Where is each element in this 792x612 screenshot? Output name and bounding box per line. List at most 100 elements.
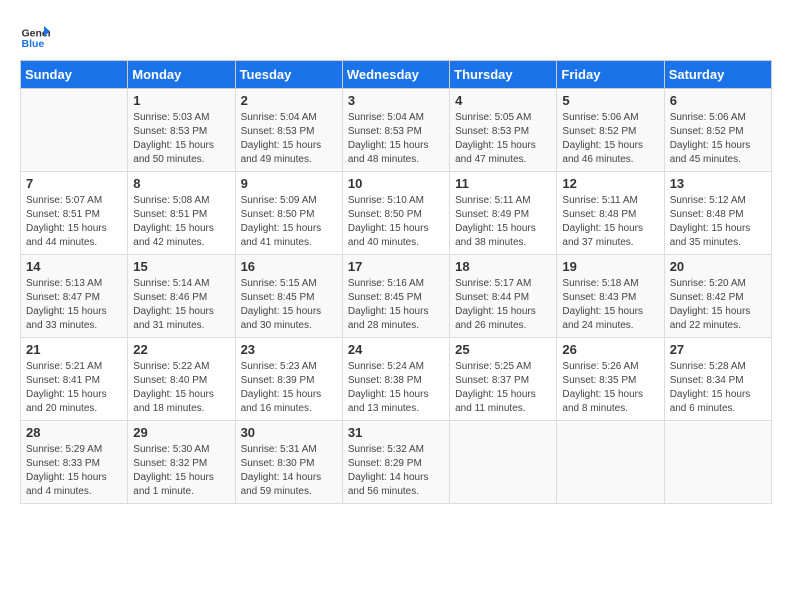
day-number: 28 (26, 425, 122, 440)
calendar-cell (450, 421, 557, 504)
calendar-table: Sunday Monday Tuesday Wednesday Thursday… (20, 60, 772, 504)
day-number: 1 (133, 93, 229, 108)
day-info: Sunrise: 5:03 AMSunset: 8:53 PMDaylight:… (133, 111, 229, 167)
day-info: Sunrise: 5:08 AMSunset: 8:51 PMDaylight:… (133, 194, 229, 250)
day-info: Sunrise: 5:06 AMSunset: 8:52 PMDaylight:… (670, 111, 766, 167)
day-info: Sunrise: 5:31 AMSunset: 8:30 PMDaylight:… (241, 443, 337, 499)
logo-icon: General Blue (20, 20, 50, 50)
day-info: Sunrise: 5:25 AMSunset: 8:37 PMDaylight:… (455, 360, 551, 416)
header-row: Sunday Monday Tuesday Wednesday Thursday… (21, 61, 772, 89)
day-number: 8 (133, 176, 229, 191)
day-number: 13 (670, 176, 766, 191)
col-friday: Friday (557, 61, 664, 89)
day-number: 15 (133, 259, 229, 274)
day-number: 22 (133, 342, 229, 357)
day-number: 5 (562, 93, 658, 108)
calendar-cell: 15 Sunrise: 5:14 AMSunset: 8:46 PMDayligh… (128, 255, 235, 338)
calendar-cell (664, 421, 771, 504)
day-number: 6 (670, 93, 766, 108)
day-number: 24 (348, 342, 444, 357)
day-info: Sunrise: 5:15 AMSunset: 8:45 PMDaylight:… (241, 277, 337, 333)
calendar-cell: 23 Sunrise: 5:23 AMSunset: 8:39 PMDayligh… (235, 338, 342, 421)
day-info: Sunrise: 5:13 AMSunset: 8:47 PMDaylight:… (26, 277, 122, 333)
day-number: 10 (348, 176, 444, 191)
day-info: Sunrise: 5:11 AMSunset: 8:49 PMDaylight:… (455, 194, 551, 250)
calendar-week-2: 7 Sunrise: 5:07 AMSunset: 8:51 PMDaylight… (21, 172, 772, 255)
day-info: Sunrise: 5:22 AMSunset: 8:40 PMDaylight:… (133, 360, 229, 416)
day-number: 27 (670, 342, 766, 357)
day-number: 11 (455, 176, 551, 191)
calendar-cell: 25 Sunrise: 5:25 AMSunset: 8:37 PMDayligh… (450, 338, 557, 421)
calendar-cell: 9Sunrise: 5:09 AMSunset: 8:50 PMDaylight… (235, 172, 342, 255)
day-info: Sunrise: 5:07 AMSunset: 8:51 PMDaylight:… (26, 194, 122, 250)
day-number: 12 (562, 176, 658, 191)
calendar-week-4: 21 Sunrise: 5:21 AMSunset: 8:41 PMDayligh… (21, 338, 772, 421)
day-info: Sunrise: 5:24 AMSunset: 8:38 PMDaylight:… (348, 360, 444, 416)
day-info: Sunrise: 5:14 AMSunset: 8:46 PMDaylight:… (133, 277, 229, 333)
calendar-week-5: 28 Sunrise: 5:29 AMSunset: 8:33 PMDayligh… (21, 421, 772, 504)
day-info: Sunrise: 5:04 AMSunset: 8:53 PMDaylight:… (241, 111, 337, 167)
calendar-cell: 6 Sunrise: 5:06 AMSunset: 8:52 PMDaylight… (664, 89, 771, 172)
calendar-cell: 3 Sunrise: 5:04 AMSunset: 8:53 PMDaylight… (342, 89, 449, 172)
day-info: Sunrise: 5:16 AMSunset: 8:45 PMDaylight:… (348, 277, 444, 333)
col-wednesday: Wednesday (342, 61, 449, 89)
day-number: 29 (133, 425, 229, 440)
calendar-cell: 13 Sunrise: 5:12 AMSunset: 8:48 PMDayligh… (664, 172, 771, 255)
day-info: Sunrise: 5:28 AMSunset: 8:34 PMDaylight:… (670, 360, 766, 416)
day-number: 14 (26, 259, 122, 274)
day-info: Sunrise: 5:23 AMSunset: 8:39 PMDaylight:… (241, 360, 337, 416)
calendar-cell: 11 Sunrise: 5:11 AMSunset: 8:49 PMDayligh… (450, 172, 557, 255)
calendar-cell: 17Sunrise: 5:16 AMSunset: 8:45 PMDayligh… (342, 255, 449, 338)
calendar-cell: 19 Sunrise: 5:18 AMSunset: 8:43 PMDayligh… (557, 255, 664, 338)
calendar-cell (557, 421, 664, 504)
calendar-cell (21, 89, 128, 172)
col-monday: Monday (128, 61, 235, 89)
day-info: Sunrise: 5:18 AMSunset: 8:43 PMDaylight:… (562, 277, 658, 333)
calendar-cell: 1 Sunrise: 5:03 AMSunset: 8:53 PMDaylight… (128, 89, 235, 172)
day-number: 7 (26, 176, 122, 191)
calendar-cell: 4Sunrise: 5:05 AMSunset: 8:53 PMDaylight… (450, 89, 557, 172)
calendar-cell: 5Sunrise: 5:06 AMSunset: 8:52 PMDaylight… (557, 89, 664, 172)
day-info: Sunrise: 5:21 AMSunset: 8:41 PMDaylight:… (26, 360, 122, 416)
col-tuesday: Tuesday (235, 61, 342, 89)
day-info: Sunrise: 5:10 AMSunset: 8:50 PMDaylight:… (348, 194, 444, 250)
day-info: Sunrise: 5:05 AMSunset: 8:53 PMDaylight:… (455, 111, 551, 167)
day-number: 31 (348, 425, 444, 440)
calendar-cell: 29 Sunrise: 5:30 AMSunset: 8:32 PMDayligh… (128, 421, 235, 504)
day-number: 18 (455, 259, 551, 274)
calendar-body: 1 Sunrise: 5:03 AMSunset: 8:53 PMDaylight… (21, 89, 772, 504)
day-number: 19 (562, 259, 658, 274)
calendar-cell: 12Sunrise: 5:11 AMSunset: 8:48 PMDayligh… (557, 172, 664, 255)
col-saturday: Saturday (664, 61, 771, 89)
day-number: 25 (455, 342, 551, 357)
day-info: Sunrise: 5:30 AMSunset: 8:32 PMDaylight:… (133, 443, 229, 499)
calendar-cell: 31Sunrise: 5:32 AMSunset: 8:29 PMDayligh… (342, 421, 449, 504)
calendar-cell: 14 Sunrise: 5:13 AMSunset: 8:47 PMDayligh… (21, 255, 128, 338)
day-info: Sunrise: 5:12 AMSunset: 8:48 PMDaylight:… (670, 194, 766, 250)
calendar-cell: 16Sunrise: 5:15 AMSunset: 8:45 PMDayligh… (235, 255, 342, 338)
page-header: General Blue (20, 20, 772, 50)
day-info: Sunrise: 5:29 AMSunset: 8:33 PMDaylight:… (26, 443, 122, 499)
day-number: 2 (241, 93, 337, 108)
col-sunday: Sunday (21, 61, 128, 89)
calendar-cell: 8 Sunrise: 5:08 AMSunset: 8:51 PMDaylight… (128, 172, 235, 255)
day-number: 21 (26, 342, 122, 357)
day-number: 3 (348, 93, 444, 108)
day-info: Sunrise: 5:04 AMSunset: 8:53 PMDaylight:… (348, 111, 444, 167)
svg-text:Blue: Blue (22, 38, 45, 50)
calendar-cell: 30 Sunrise: 5:31 AMSunset: 8:30 PMDayligh… (235, 421, 342, 504)
calendar-cell: 27 Sunrise: 5:28 AMSunset: 8:34 PMDayligh… (664, 338, 771, 421)
day-info: Sunrise: 5:26 AMSunset: 8:35 PMDaylight:… (562, 360, 658, 416)
day-number: 23 (241, 342, 337, 357)
calendar-cell: 10 Sunrise: 5:10 AMSunset: 8:50 PMDayligh… (342, 172, 449, 255)
calendar-cell: 20 Sunrise: 5:20 AMSunset: 8:42 PMDayligh… (664, 255, 771, 338)
day-number: 20 (670, 259, 766, 274)
day-number: 26 (562, 342, 658, 357)
day-number: 30 (241, 425, 337, 440)
day-info: Sunrise: 5:20 AMSunset: 8:42 PMDaylight:… (670, 277, 766, 333)
calendar-cell: 2 Sunrise: 5:04 AMSunset: 8:53 PMDaylight… (235, 89, 342, 172)
calendar-cell: 24 Sunrise: 5:24 AMSunset: 8:38 PMDayligh… (342, 338, 449, 421)
logo: General Blue (20, 20, 50, 50)
calendar-cell: 21 Sunrise: 5:21 AMSunset: 8:41 PMDayligh… (21, 338, 128, 421)
calendar-week-3: 14 Sunrise: 5:13 AMSunset: 8:47 PMDayligh… (21, 255, 772, 338)
